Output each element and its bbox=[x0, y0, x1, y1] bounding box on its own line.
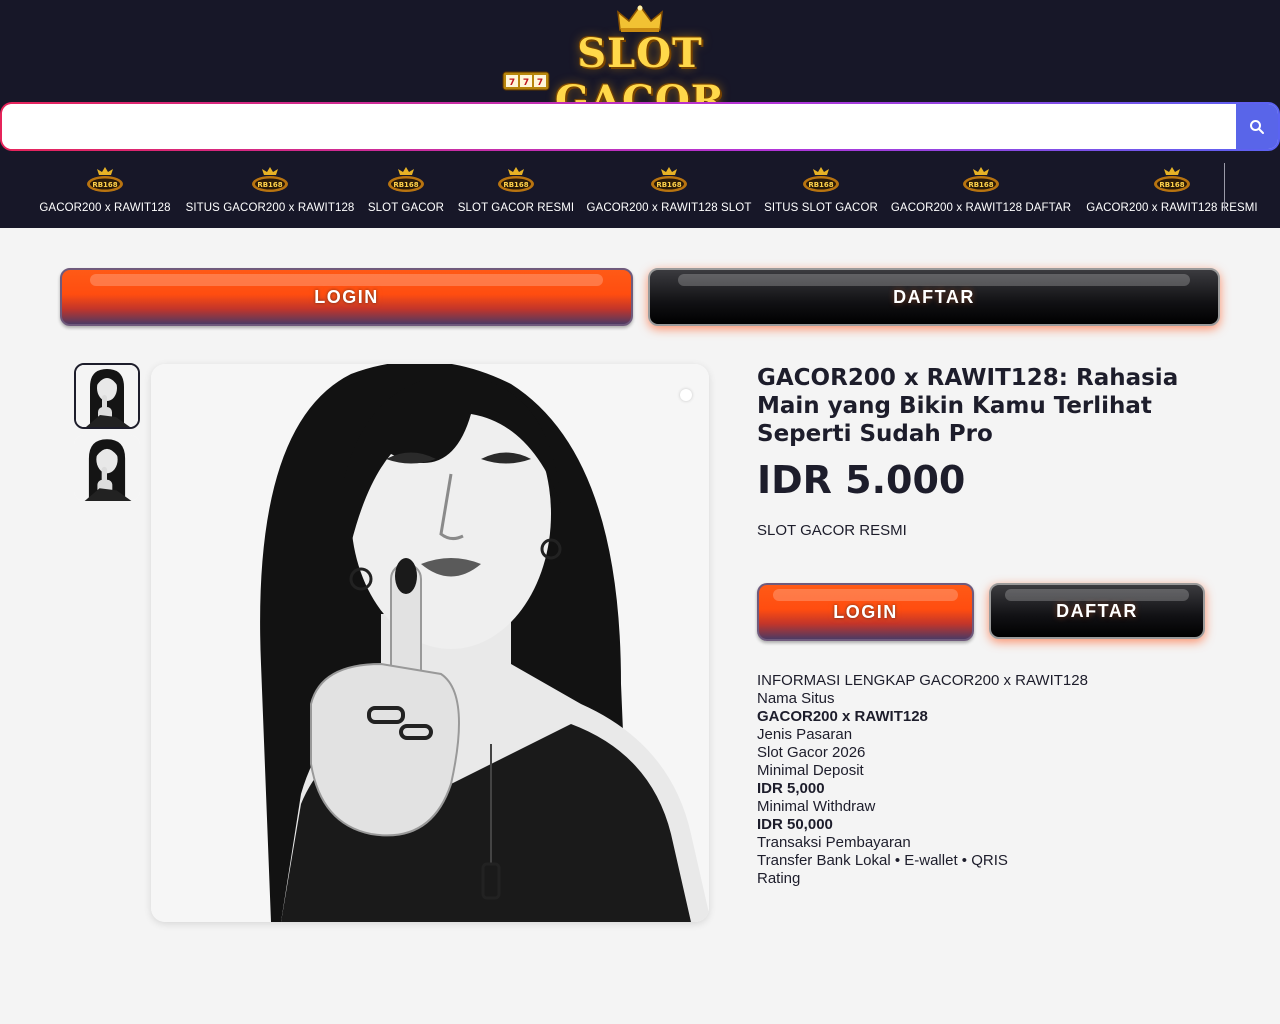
info-heading: INFORMASI LENGKAP GACOR200 x RAWIT128 bbox=[757, 672, 1088, 689]
info-market-value: Slot Gacor 2026 bbox=[757, 744, 866, 761]
nav-item-gacor200-rawit128-resmi[interactable]: RB168 GACOR200 x RAWIT128 RESMI bbox=[1084, 166, 1260, 214]
site-logo[interactable]: SLOT GACOR 7 7 7 bbox=[488, 4, 792, 124]
info-min-withdraw-label: Minimal Withdraw bbox=[757, 798, 876, 815]
svg-text:7: 7 bbox=[537, 78, 543, 88]
rb168-badge-icon: RB168 bbox=[252, 167, 288, 192]
gallery-thumbnail-2[interactable] bbox=[74, 435, 140, 501]
nav-item-situs-gacor200-rawit128[interactable]: RB168 SITUS GACOR200 x RAWIT128 bbox=[180, 166, 360, 214]
product-thumbnail-image bbox=[74, 435, 140, 501]
product-main-image[interactable] bbox=[151, 364, 709, 922]
badge-text: RB168 bbox=[968, 181, 993, 189]
daftar-button[interactable]: DAFTAR bbox=[648, 268, 1220, 326]
nav-label: GACOR200 x RAWIT128 SLOT bbox=[586, 202, 752, 214]
search-button[interactable] bbox=[1236, 104, 1278, 149]
site-info-list: INFORMASI LENGKAP GACOR200 x RAWIT128 Na… bbox=[757, 672, 1088, 888]
product-daftar-button[interactable]: DAFTAR bbox=[989, 583, 1205, 639]
product-subtitle: SLOT GACOR RESMI bbox=[757, 522, 907, 539]
nav-label: GACOR200 x RAWIT128 RESMI bbox=[1086, 202, 1258, 214]
info-site-name-label: Nama Situs bbox=[757, 690, 835, 707]
nav-item-gacor200-rawit128-daftar[interactable]: RB168 GACOR200 x RAWIT128 DAFTAR bbox=[886, 166, 1076, 214]
rb168-badge-icon: RB168 bbox=[498, 167, 534, 192]
info-market-label: Jenis Pasaran bbox=[757, 726, 853, 743]
search-bar bbox=[0, 102, 1280, 151]
rb168-badge-icon: RB168 bbox=[963, 167, 999, 192]
rb168-badge-icon: RB168 bbox=[651, 167, 687, 192]
login-button[interactable]: LOGIN bbox=[60, 268, 633, 326]
nav-item-slot-gacor-resmi[interactable]: RB168 SLOT GACOR RESMI bbox=[456, 166, 576, 214]
nav-label: SITUS SLOT GACOR bbox=[764, 202, 878, 214]
svg-text:7: 7 bbox=[523, 78, 529, 88]
info-rating-label: Rating bbox=[757, 870, 801, 887]
info-min-withdraw-value: IDR 50,000 bbox=[757, 816, 833, 833]
badge-text: RB168 bbox=[656, 181, 681, 189]
nav-item-situs-slot-gacor[interactable]: RB168 SITUS SLOT GACOR bbox=[761, 166, 881, 214]
product-price: IDR 5.000 bbox=[757, 458, 966, 502]
rb168-badge-icon: RB168 bbox=[803, 167, 839, 192]
login-button-label: LOGIN bbox=[314, 286, 379, 307]
nav-label: SLOT GACOR RESMI bbox=[457, 202, 575, 214]
product-title: GACOR200 x RAWIT128: Rahasia Main yang B… bbox=[757, 365, 1179, 447]
badge-text: RB168 bbox=[393, 181, 418, 189]
info-payment-label: Transaksi Pembayaran bbox=[757, 834, 911, 851]
badge-text: RB168 bbox=[808, 181, 833, 189]
nav-item-slot-gacor[interactable]: RB168 SLOT GACOR bbox=[366, 166, 446, 214]
nav-item-gacor200-rawit128[interactable]: RB168 GACOR200 x RAWIT128 bbox=[35, 166, 175, 214]
badge-text: RB168 bbox=[92, 181, 117, 189]
info-payment-value: Transfer Bank Lokal • E-wallet • QRIS bbox=[757, 852, 1008, 869]
search-input[interactable] bbox=[2, 104, 1236, 149]
gallery-thumbnail-1[interactable] bbox=[74, 363, 140, 429]
rb168-badge-icon: RB168 bbox=[87, 167, 123, 192]
info-min-deposit-label: Minimal Deposit bbox=[757, 762, 864, 779]
daftar-button-label: DAFTAR bbox=[893, 286, 975, 307]
search-icon bbox=[1250, 119, 1264, 134]
product-illustration bbox=[151, 364, 709, 922]
badge-text: RB168 bbox=[257, 181, 282, 189]
badge-text: RB168 bbox=[503, 181, 528, 189]
nav-scroll-divider bbox=[1224, 163, 1225, 211]
nav-label: GACOR200 x RAWIT128 bbox=[39, 202, 171, 214]
info-site-name-value: GACOR200 x RAWIT128 bbox=[757, 708, 928, 725]
rb168-badge-icon: RB168 bbox=[388, 167, 424, 192]
badge-text: RB168 bbox=[1159, 181, 1184, 189]
nav-label: SITUS GACOR200 x RAWIT128 bbox=[185, 202, 355, 214]
image-zoom-indicator[interactable] bbox=[680, 389, 692, 401]
slot-reels-icon: 7 7 7 bbox=[502, 71, 550, 91]
info-min-deposit-value: IDR 5,000 bbox=[757, 780, 825, 797]
site-header: SLOT GACOR 7 7 7 RB168 GACOR200 x RAWIT1… bbox=[0, 0, 1280, 228]
product-daftar-label: DAFTAR bbox=[1056, 600, 1138, 621]
product-login-button[interactable]: LOGIN bbox=[757, 583, 974, 641]
product-login-label: LOGIN bbox=[833, 601, 898, 622]
nav-label: GACOR200 x RAWIT128 DAFTAR bbox=[890, 202, 1072, 214]
nav-item-gacor200-rawit128-slot[interactable]: RB168 GACOR200 x RAWIT128 SLOT bbox=[584, 166, 754, 214]
svg-text:7: 7 bbox=[509, 78, 515, 88]
rb168-badge-icon: RB168 bbox=[1154, 167, 1190, 192]
product-thumbnail-image bbox=[76, 365, 138, 427]
category-nav: RB168 GACOR200 x RAWIT128 RB168 SITUS GA… bbox=[0, 160, 1280, 224]
nav-label: SLOT GACOR bbox=[367, 202, 445, 214]
